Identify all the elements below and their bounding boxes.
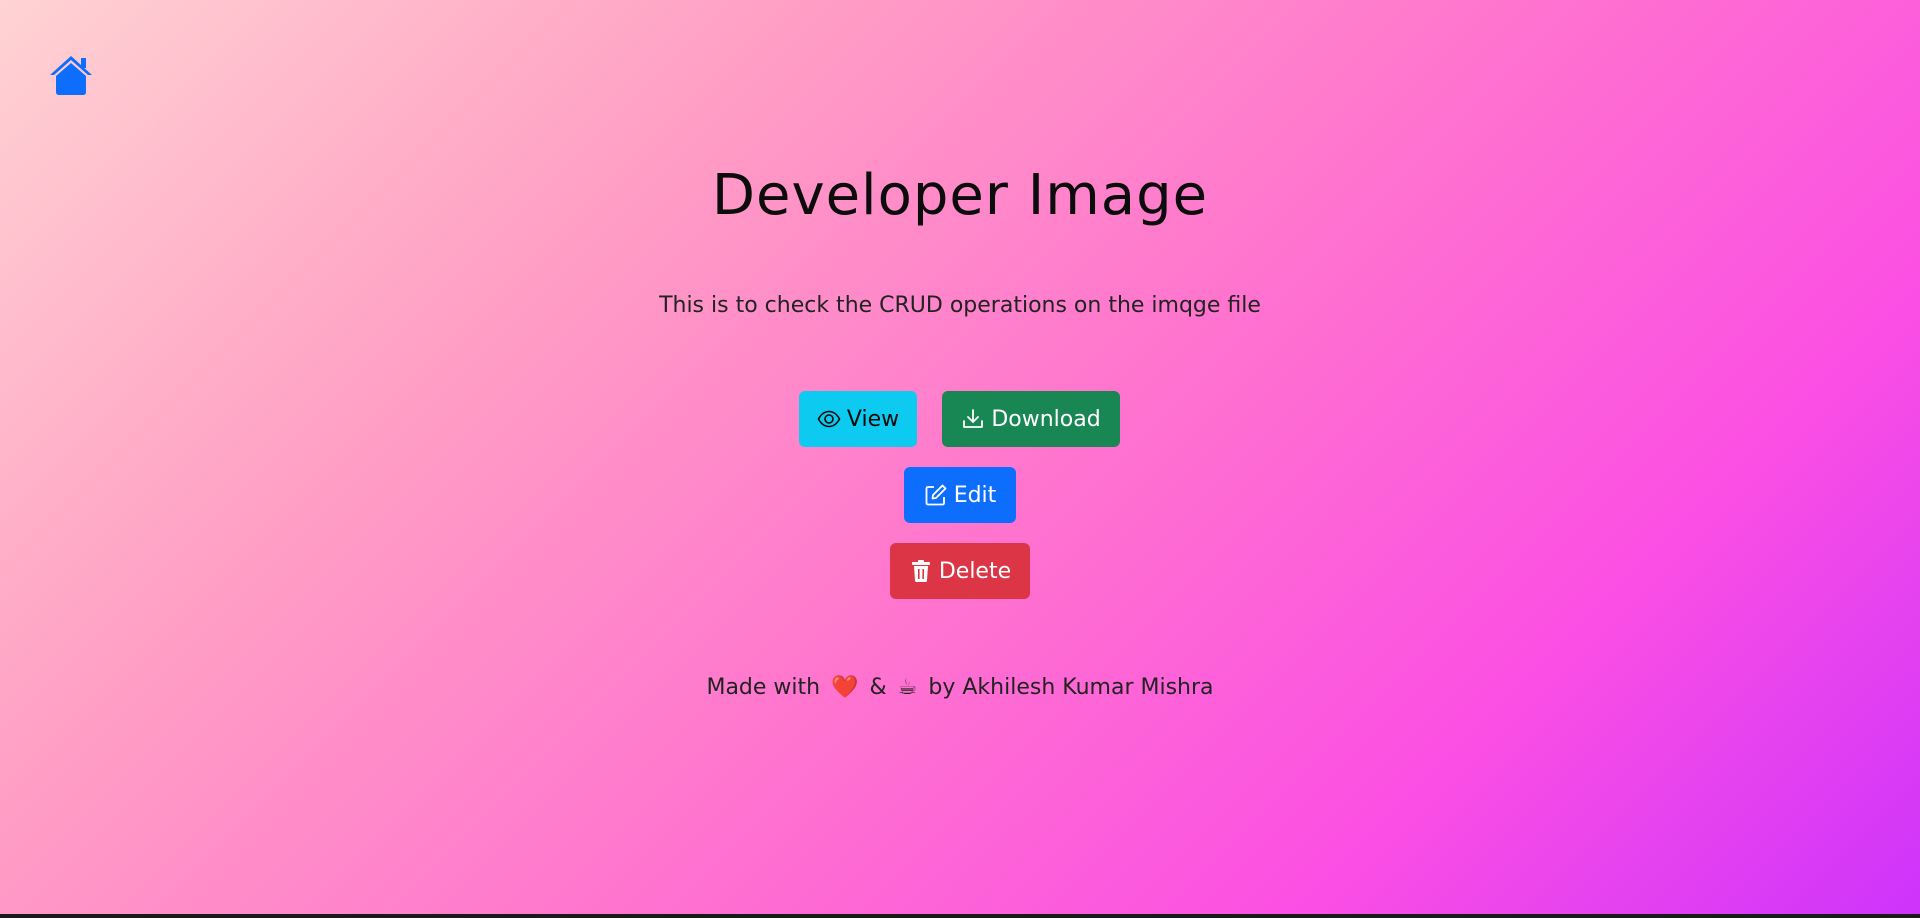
delete-button[interactable]: Delete — [890, 543, 1030, 599]
view-button[interactable]: View — [799, 391, 917, 447]
edit-button[interactable]: Edit — [904, 467, 1016, 523]
bottom-border — [0, 914, 1920, 918]
download-button-label: Download — [991, 406, 1101, 432]
house-fill-icon — [50, 56, 92, 95]
download-button[interactable]: Download — [942, 391, 1120, 447]
view-button-label: View — [846, 406, 900, 432]
footer-made-with: Made with — [706, 675, 821, 700]
footer-and: & — [869, 675, 887, 700]
page: Developer Image This is to check the CRU… — [0, 0, 1920, 914]
page-title: Developer Image — [711, 163, 1209, 228]
heart-icon: ❤️ — [831, 675, 859, 700]
pencil-square-icon — [925, 484, 947, 506]
coffee-icon: ☕ — [897, 675, 918, 700]
footer-author: by Akhilesh Kumar Mishra — [928, 675, 1214, 700]
page-subtitle: This is to check the CRUD operations on … — [659, 293, 1261, 318]
delete-button-label: Delete — [938, 558, 1012, 584]
trash-icon — [911, 560, 930, 582]
home-link[interactable] — [48, 54, 94, 96]
footer-credit: Made with ❤️ & ☕ by Akhilesh Kumar Mishr… — [0, 672, 1920, 704]
edit-button-label: Edit — [953, 482, 997, 508]
download-icon — [963, 409, 984, 428]
eye-icon — [817, 410, 841, 428]
